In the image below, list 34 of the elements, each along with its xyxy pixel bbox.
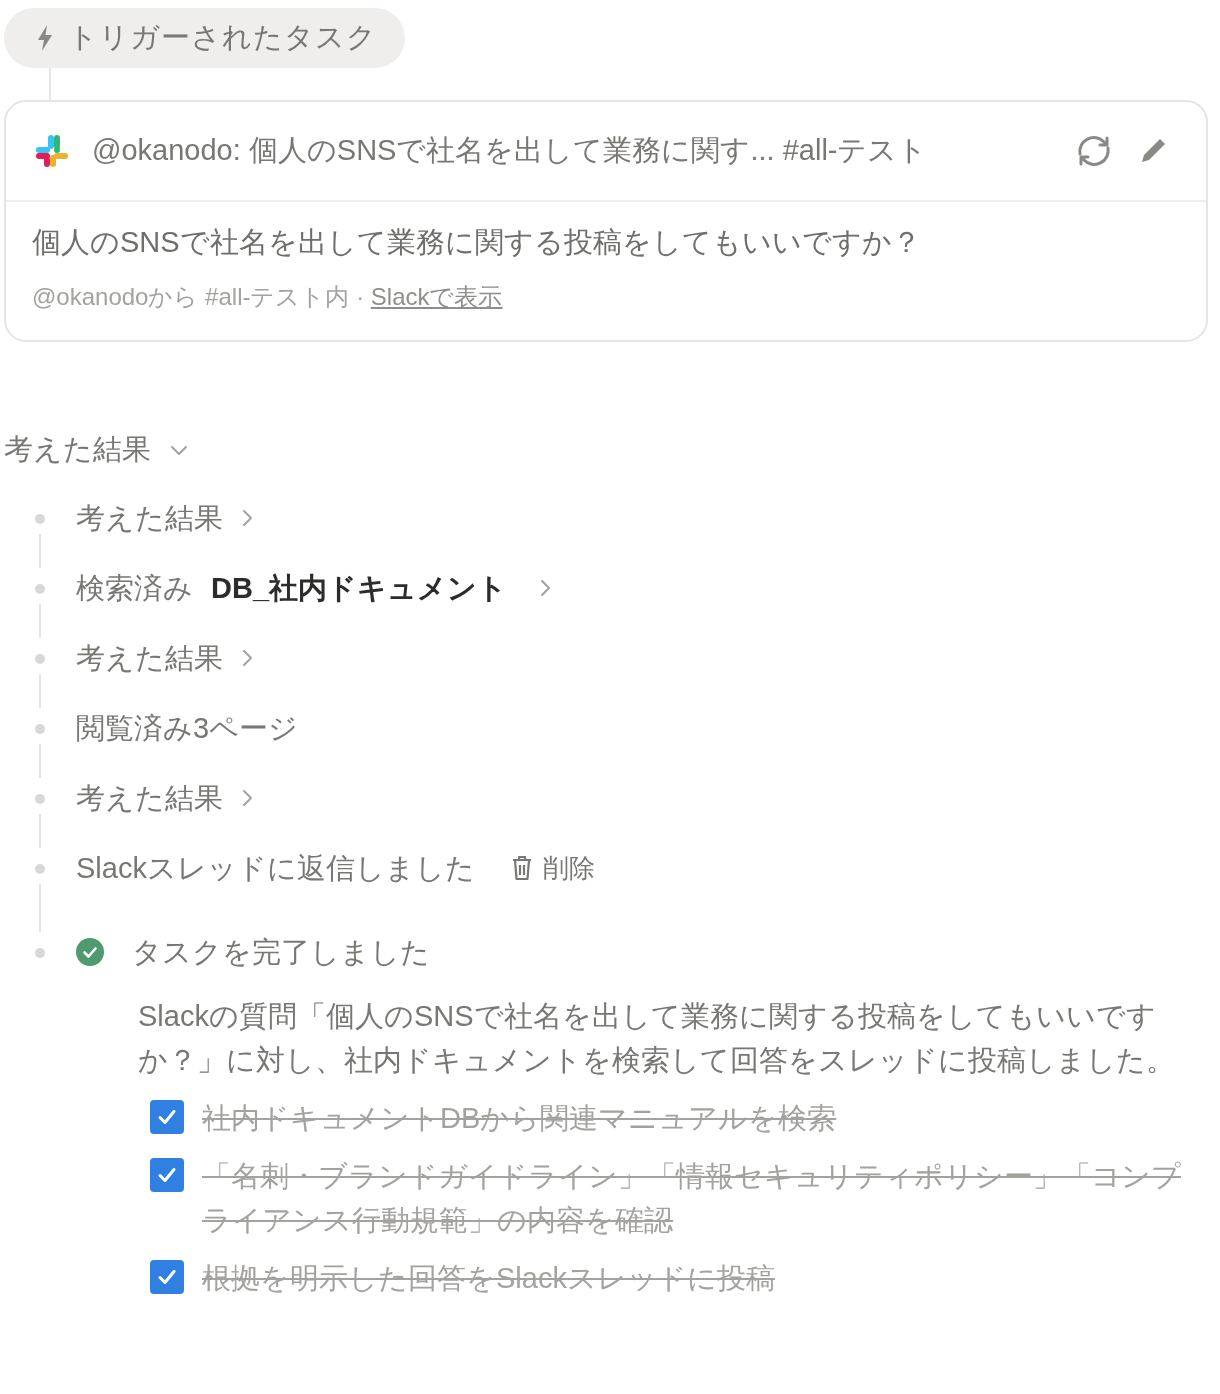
checkbox[interactable]: [150, 1158, 184, 1192]
delete-button[interactable]: 削除: [510, 850, 595, 886]
message-text: 個人のSNSで社名を出して業務に関する投稿をしてもいいですか？: [32, 225, 922, 260]
search-target[interactable]: DB_社内ドキュメント: [211, 568, 507, 608]
timeline-dot: [35, 864, 45, 874]
message-meta: @okanodoから #all-テスト内 · Slackで表示: [32, 282, 504, 312]
check-circle-icon: [76, 938, 104, 966]
trigger-label: トリガーされたタスク: [68, 20, 377, 55]
timeline-dot: [35, 724, 45, 734]
slack-link[interactable]: Slackで表示: [370, 283, 503, 310]
checklist-text: 「名刺・ブランドガイドライン」「情報セキュリティポリシー」「コンプライアンス行動規範」の内容を確認: [202, 1159, 1182, 1238]
step-label[interactable]: 考えた結果: [76, 498, 223, 538]
timeline-dot: [35, 654, 45, 664]
lightning-icon: [36, 24, 54, 52]
section-title[interactable]: 考えた結果: [4, 430, 151, 470]
timeline-dot: [35, 514, 45, 524]
checkbox[interactable]: [150, 1100, 184, 1134]
summary-text: Slackの質問「個人のSNSで社名を出して業務に関する投稿をしてもいいですか？」に対し、社内ドキュメントを検索して回答をスレッドに投稿しました。: [138, 999, 1176, 1078]
trash-icon: [510, 855, 533, 881]
slack-logo-icon: [34, 133, 70, 169]
step-label: タスクを完了しました: [132, 935, 430, 970]
timeline-dot: [35, 948, 45, 958]
timeline-dot: [35, 794, 45, 804]
step-label: 検索済み: [76, 571, 193, 606]
message-title: @okanodo: 個人のSNSで社名を出して業務に関す... #all-テスト: [92, 133, 929, 168]
step-label[interactable]: 考えた結果: [76, 638, 223, 678]
step-label[interactable]: 考えた結果: [76, 778, 223, 818]
timeline-dot: [35, 584, 45, 594]
step-label: 閲覧済み3ページ: [76, 711, 299, 746]
step-label: Slackスレッドに返信しました: [76, 851, 475, 886]
trigger-pill[interactable]: トリガーされたタスク: [4, 8, 405, 68]
checklist-text: 根拠を明示した回答をSlackスレッドに投稿: [202, 1261, 775, 1296]
checkbox[interactable]: [150, 1260, 184, 1294]
checklist-text: 社内ドキュメントDBから関連マニュアルを検索: [202, 1101, 837, 1136]
